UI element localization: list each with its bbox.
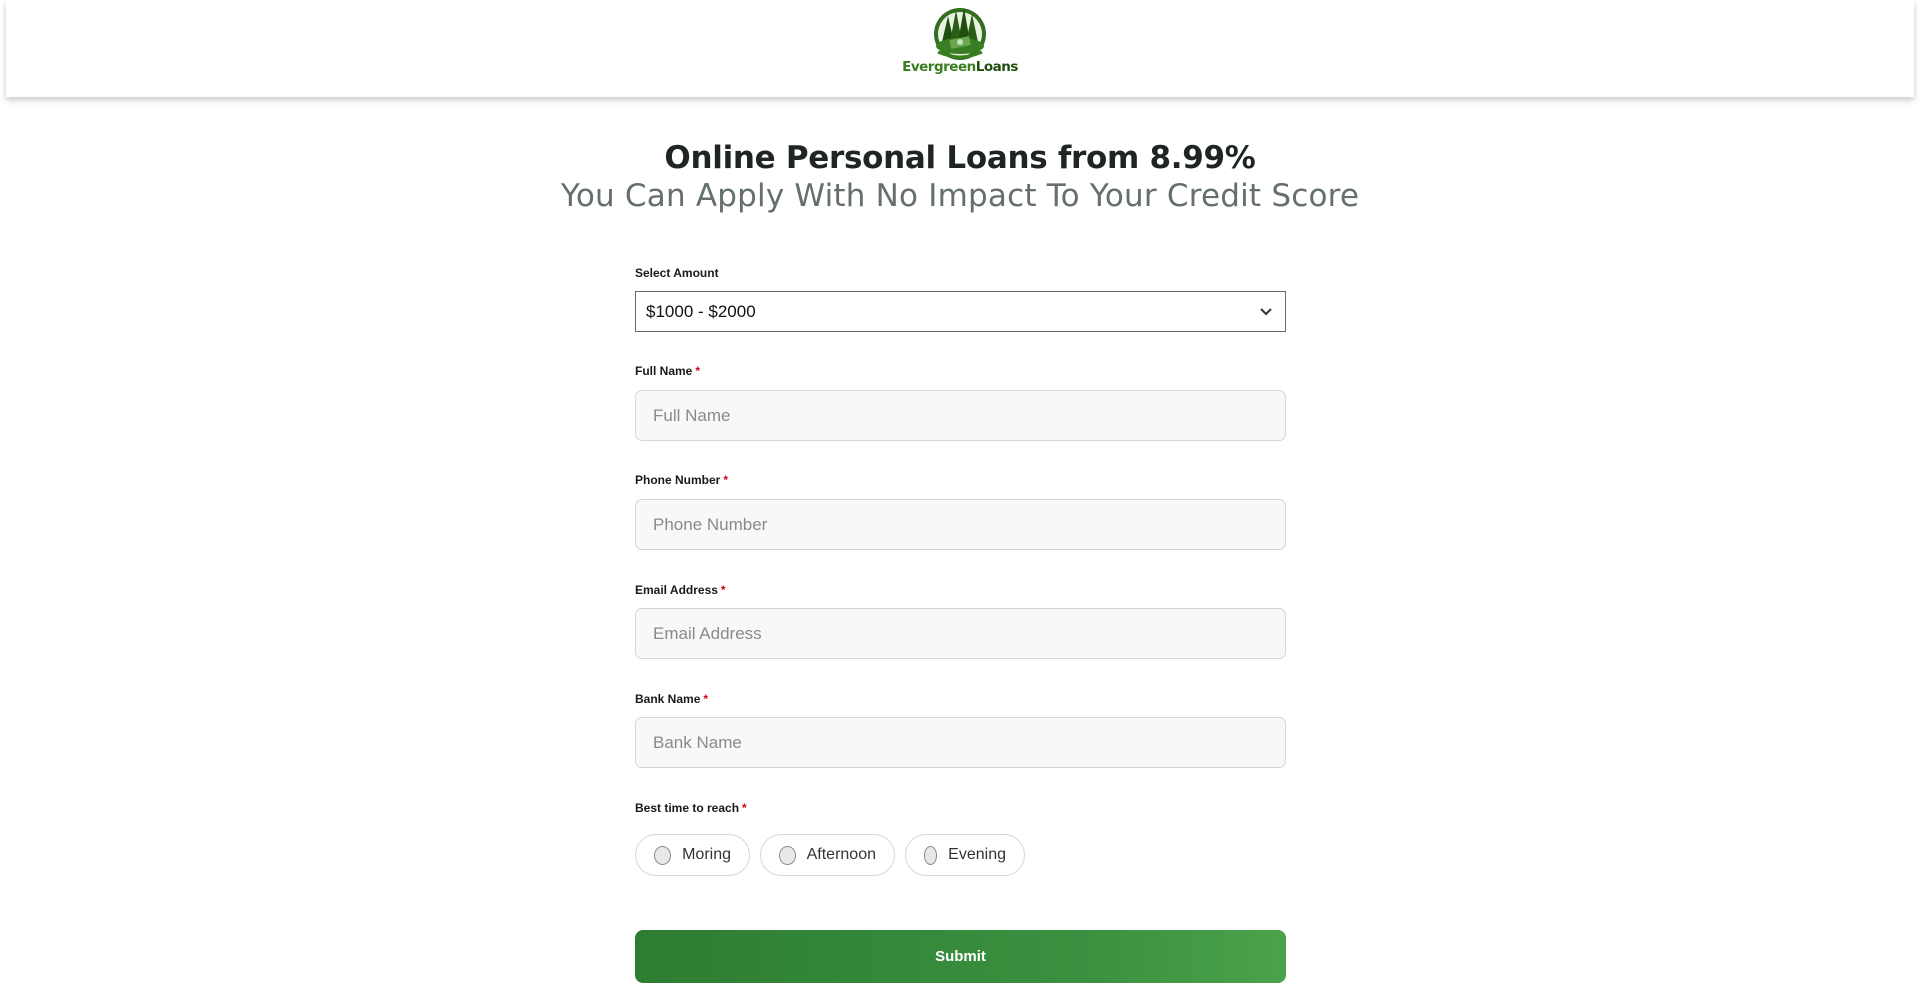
amount-label: Select Amount [635, 266, 719, 280]
submit-button[interactable]: Submit [635, 930, 1286, 983]
phone-input[interactable]: Phone Number [635, 499, 1286, 550]
bank-label: Bank Name * [635, 692, 709, 706]
full-name-input[interactable]: Full Name [635, 390, 1286, 441]
phone-placeholder: Phone Number [653, 514, 768, 534]
email-label: Email Address * [635, 583, 726, 597]
brand-wordmark: EvergreenLoans [902, 59, 1018, 75]
email-input[interactable]: Email Address [635, 608, 1286, 659]
bank-placeholder: Bank Name [653, 732, 742, 752]
page-subtitle: You Can Apply With No Impact To Your Cre… [560, 178, 1360, 214]
forest-emblem-icon [934, 8, 986, 60]
best-time-label: Best time to reach * [635, 801, 747, 815]
chevron-down-icon [1260, 308, 1272, 316]
full-name-label: Full Name * [635, 364, 701, 378]
radio-evening[interactable]: Evening [905, 834, 1025, 876]
radio-circle-icon [779, 845, 796, 865]
radio-evening-label: Evening [948, 846, 1006, 863]
full-name-placeholder: Full Name [653, 405, 731, 425]
email-placeholder: Email Address [653, 623, 762, 643]
phone-label: Phone Number * [635, 473, 729, 487]
radio-afternoon-label: Afternoon [806, 846, 876, 863]
evergreen-loans-logo[interactable]: EvergreenLoans [890, 2, 1030, 94]
radio-morning[interactable]: Moring [635, 834, 750, 876]
page-title: Online Personal Loans from 8.99% [664, 140, 1256, 176]
site-header: EvergreenLoans [6, 0, 1914, 97]
amount-selected-value: $1000 - $2000 [646, 301, 756, 321]
amount-select[interactable]: $1000 - $2000 [635, 291, 1286, 332]
radio-circle-icon [924, 845, 938, 865]
bank-input[interactable]: Bank Name [635, 717, 1286, 768]
radio-morning-label: Moring [682, 846, 731, 863]
radio-afternoon[interactable]: Afternoon [760, 834, 895, 876]
radio-circle-icon [654, 845, 672, 865]
